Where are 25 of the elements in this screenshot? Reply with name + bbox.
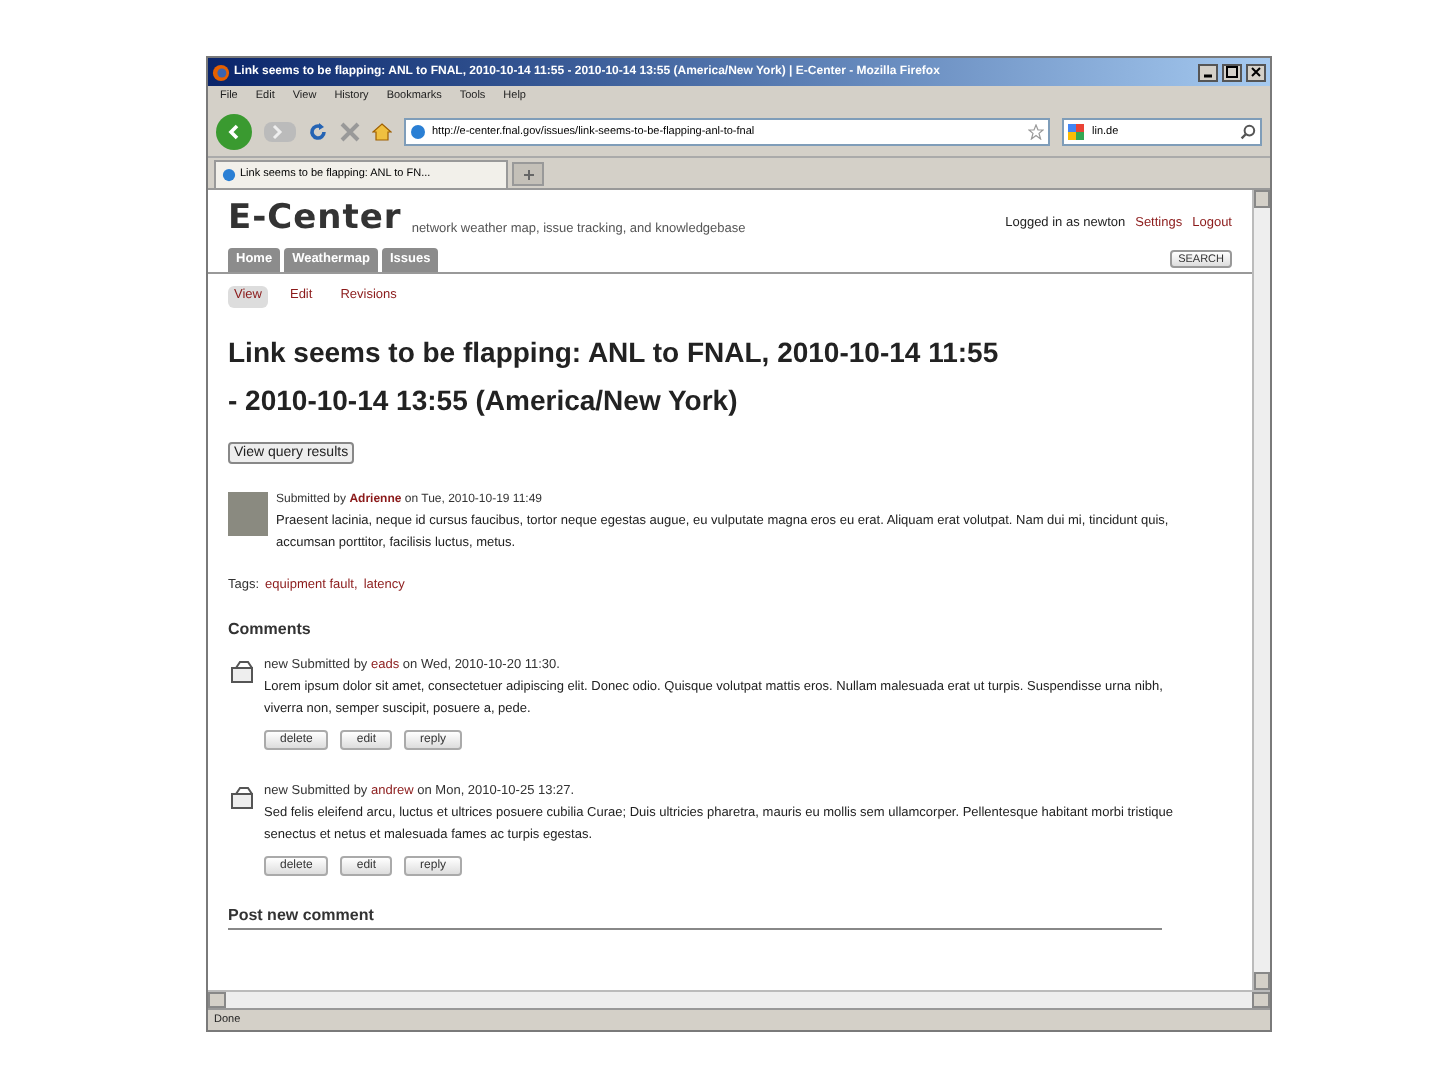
post-comment-heading: Post new comment (228, 904, 1162, 931)
star-icon[interactable] (1028, 124, 1044, 140)
forward-icon[interactable] (264, 122, 296, 142)
page-heading: Link seems to be flapping: ANL to FNAL, 2010-10-14 11:55 - 2010-10-14 13:55 (America/New York) (228, 333, 1001, 420)
site-name[interactable]: E-Center (228, 194, 402, 245)
comment-icon (228, 660, 256, 689)
browser-logo-icon (212, 63, 230, 81)
plus-icon (523, 169, 533, 179)
minimize-icon[interactable] (1198, 63, 1218, 81)
search-icon[interactable] (1240, 124, 1256, 140)
close-icon[interactable] (1246, 63, 1266, 81)
reload-icon[interactable] (308, 122, 328, 142)
globe-icon (410, 124, 426, 140)
stop-icon[interactable] (340, 122, 360, 142)
back-button[interactable] (216, 114, 252, 150)
search-engine-icon (1068, 124, 1086, 140)
comment-icon (228, 786, 256, 815)
avatar-placeholder (228, 491, 268, 535)
globe-icon (222, 168, 236, 182)
maximize-icon[interactable] (1222, 63, 1242, 81)
horizontal-scrollbar[interactable] (208, 990, 1270, 1008)
new-tab-button[interactable] (512, 162, 544, 186)
vertical-scrollbar[interactable] (1252, 190, 1270, 990)
home-icon[interactable] (372, 122, 392, 142)
comments-heading: Comments (228, 618, 313, 643)
